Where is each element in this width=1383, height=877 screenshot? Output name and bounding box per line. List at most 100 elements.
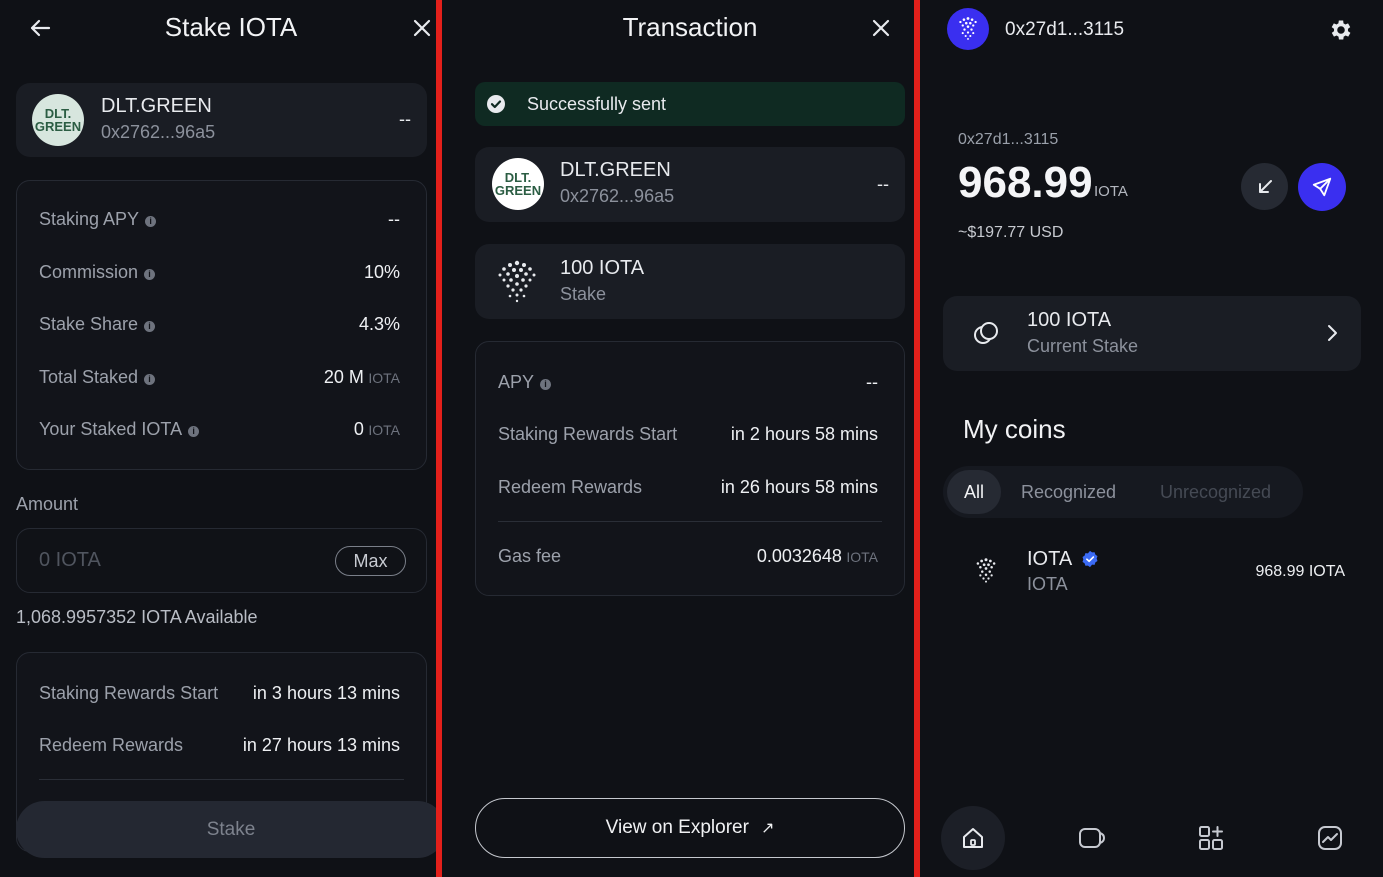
transaction-details: APY i -- Staking Rewards Start in 2 hours… <box>475 341 905 596</box>
balance-account: 0x27d1...3115 <box>958 131 1059 148</box>
reward-row: Redeem Rewards in 27 hours 13 mins <box>39 735 400 756</box>
nav-activity[interactable] <box>1298 806 1362 870</box>
validator-address: 0x2762...96a5 <box>101 122 216 142</box>
reward-label: Staking Rewards Start <box>39 683 219 703</box>
coin-name: IOTA <box>1027 574 1068 594</box>
validator-card[interactable]: DLT. GREEN DLT.GREEN 0x2762...96a5 -- <box>16 83 427 157</box>
nav-apps[interactable] <box>1179 806 1243 870</box>
stake-panel: Stake IOTA DLT. GREEN DLT.GREEN 0x2762..… <box>0 0 436 877</box>
validator-logo: DLT. GREEN <box>32 94 84 146</box>
stat-unit: IOTA <box>368 422 400 438</box>
amount-placeholder: 0 IOTA <box>39 549 101 571</box>
account-avatar[interactable] <box>947 8 989 50</box>
stat-value-group: 0 IOTA <box>354 419 400 440</box>
explorer-button-label: View on Explorer <box>605 817 749 838</box>
send-button[interactable] <box>1298 163 1346 211</box>
detail-value: -- <box>866 372 878 392</box>
max-button[interactable]: Max <box>335 546 406 576</box>
stat-label: Commission i <box>39 262 156 283</box>
validator-logo-line2: GREEN <box>494 183 542 198</box>
gas-label: Gas fee <box>498 546 562 566</box>
settings-gear-icon[interactable] <box>1328 17 1354 48</box>
chevron-right-icon <box>1326 324 1338 347</box>
stat-label-text: Stake Share <box>39 314 139 334</box>
send-icon <box>1312 177 1332 197</box>
coin-amount: 968.99 IOTA <box>1255 563 1345 580</box>
coin-list-item[interactable]: IOTA IOTA 968.99 IOTA <box>943 536 1361 606</box>
view-on-explorer-button[interactable]: View on Explorer ↗ <box>475 798 905 858</box>
tab-unrecognized[interactable]: Unrecognized <box>1160 482 1271 503</box>
stat-value: 10% <box>363 262 400 282</box>
stat-value: 4.3% <box>358 314 400 334</box>
detail-label: Staking Rewards Start <box>498 424 678 444</box>
receive-button[interactable] <box>1241 163 1288 210</box>
stat-row: Your Staked IOTA i 0 IOTA <box>39 419 400 440</box>
page-title: Transaction <box>622 12 758 42</box>
close-icon[interactable] <box>408 14 436 42</box>
tab-recognized[interactable]: Recognized <box>1021 482 1116 503</box>
detail-value: in 26 hours 58 mins <box>720 477 878 497</box>
activity-icon <box>1318 826 1342 850</box>
gas-value: 0.0032648 <box>756 546 842 566</box>
stake-amount: 100 IOTA <box>1027 309 1112 331</box>
info-icon[interactable]: i <box>188 426 200 437</box>
coin-filter-tabs: All Recognized Unrecognized <box>943 466 1303 518</box>
validator-name: DLT.GREEN <box>101 95 212 117</box>
transaction-panel: Transaction Successfully sent DLT. GREEN… <box>442 0 914 877</box>
check-circle-icon <box>486 94 506 119</box>
amount-card: 100 IOTA Stake <box>475 244 905 319</box>
my-coins-heading: My coins <box>963 414 1066 444</box>
tab-all[interactable]: All <box>947 470 1001 514</box>
stat-label: Your Staked IOTA i <box>39 419 200 440</box>
stake-button[interactable]: Stake <box>16 801 436 858</box>
stat-row: Stake Share i 4.3% <box>39 314 400 335</box>
stat-value: -- <box>388 209 400 229</box>
amount-title: 100 IOTA <box>560 257 645 279</box>
info-icon[interactable]: i <box>144 321 156 332</box>
gas-value-group: 0.0032648 IOTA <box>757 546 878 567</box>
coin-symbol: IOTA <box>1027 548 1073 570</box>
validator-value: -- <box>877 174 889 194</box>
available-balance: 1,068.9957352 IOTA Available <box>16 607 258 627</box>
detail-label-text: APY <box>498 372 535 392</box>
validator-logo-line2: GREEN <box>34 119 82 134</box>
close-icon[interactable] <box>867 14 895 42</box>
reward-value: in 3 hours 13 mins <box>252 683 400 703</box>
page-title: Stake IOTA <box>164 12 298 42</box>
stat-row: Commission i 10% <box>39 262 400 283</box>
stat-label-text: Your Staked IOTA <box>39 419 183 439</box>
detail-label: APY i <box>498 372 552 393</box>
external-link-icon: ↗ <box>760 820 775 837</box>
amount-input[interactable]: 0 IOTA Max <box>16 528 427 593</box>
current-stake-card[interactable]: 100 IOTA Current Stake <box>943 296 1361 371</box>
validator-address: 0x2762...96a5 <box>560 186 675 206</box>
validator-value: -- <box>399 109 411 129</box>
amount-label: Amount <box>16 494 79 514</box>
stat-label-text: Commission <box>39 262 139 282</box>
reward-value: in 27 hours 13 mins <box>242 735 400 755</box>
gas-row: Gas fee 0.0032648 IOTA <box>498 546 878 567</box>
detail-label: Redeem Rewards <box>498 477 643 497</box>
iota-logo-icon <box>959 17 977 40</box>
divider-line <box>39 779 404 780</box>
info-icon[interactable]: i <box>144 269 156 280</box>
iota-logo-icon <box>971 556 1001 591</box>
reward-row: Staking Rewards Start in 3 hours 13 mins <box>39 683 400 704</box>
validator-card[interactable]: DLT. GREEN DLT.GREEN 0x2762...96a5 -- <box>475 147 905 222</box>
wallet-panel: 0x27d1...3115 0x27d1...3115 968.99 IOTA … <box>920 0 1383 877</box>
info-icon[interactable]: i <box>540 379 552 390</box>
stat-label: Total Staked i <box>39 367 156 388</box>
status-banner: Successfully sent <box>475 82 905 126</box>
stat-row: Staking APY i -- <box>39 209 400 230</box>
nav-home[interactable] <box>941 806 1005 870</box>
stat-unit: IOTA <box>368 370 400 386</box>
verified-badge-icon <box>1081 550 1099 573</box>
reward-label: Redeem Rewards <box>39 735 184 755</box>
account-address[interactable]: 0x27d1...3115 <box>1005 19 1124 41</box>
balance-amount: 968.99 <box>958 158 1093 207</box>
info-icon[interactable]: i <box>144 374 156 385</box>
nav-assets[interactable] <box>1060 806 1124 870</box>
info-icon[interactable]: i <box>145 216 157 227</box>
validator-logo: DLT. GREEN <box>492 158 544 210</box>
iota-logo-icon <box>493 257 541 310</box>
